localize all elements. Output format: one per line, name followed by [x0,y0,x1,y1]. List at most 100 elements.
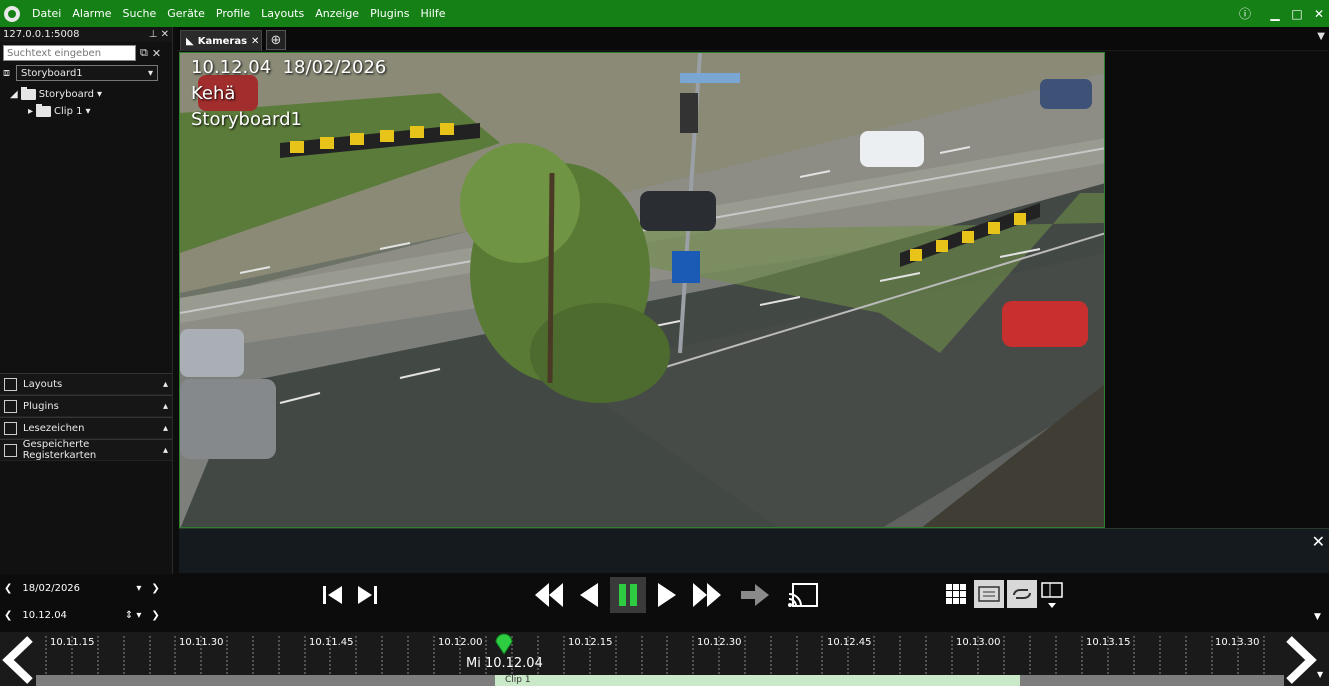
time-row: ❮ 10.12.04 ⇕ ▾ ❯ [4,607,160,624]
expand-icon[interactable]: ◢ [10,89,18,100]
menu-datei[interactable]: Datei [30,5,63,22]
menu-suche[interactable]: Suche [121,5,159,22]
date-picker[interactable]: 18/02/2026 ▾ [18,580,145,597]
add-tab-button[interactable]: ⊕ [266,30,286,50]
grid-icon [946,584,966,604]
camera-image [180,53,1104,527]
next-time-icon[interactable]: ❯ [151,610,159,621]
timeline-menu-icon[interactable]: ▼ [1317,670,1323,679]
cast-icon [788,583,818,607]
clear-search-icon[interactable]: ✕ [152,47,161,60]
tree-item-clip[interactable]: ▸ Clip 1 ▾ [10,103,172,120]
prev-time-icon[interactable]: ❮ [4,610,12,621]
timeline-clip[interactable]: Clip 1 [495,675,1020,686]
storyboard-select[interactable]: Storyboard1 ▾ [16,65,158,81]
pin-icon[interactable]: ⊥ [149,29,158,40]
collapse-icon[interactable]: ▸ [28,106,33,117]
chevron-down-icon: ▾ [147,67,153,79]
pause-button[interactable] [610,577,646,613]
close-panel-icon[interactable]: ✕ [161,29,169,40]
time-picker[interactable]: 10.12.04 ⇕ ▾ [18,607,145,624]
menu-anzeige[interactable]: Anzeige [313,5,361,22]
fast-rewind-icon [535,583,563,607]
server-address: 127.0.0.1:5008 [3,29,80,40]
accordion-saved-tabs[interactable]: Gespeicherte Registerkarten ▴ [0,439,172,461]
search-input[interactable] [3,45,136,61]
close-tab-icon[interactable]: ✕ [251,36,259,47]
menu-plugins[interactable]: Plugins [368,5,411,22]
menu-profile[interactable]: Profile [214,5,252,22]
accordion-layouts[interactable]: Layouts ▴ [0,373,172,395]
menu-geraete[interactable]: Geräte [165,5,207,22]
hierarchy-icon: ⧈ [3,66,10,79]
search-row: ⧉ ✕ [0,42,172,64]
step-back-icon [323,586,342,604]
view-info-strip: ✕ [179,528,1329,573]
chevron-down-icon: ▾ [136,583,142,594]
timeline-tick-label: 10.12.00 [438,637,483,648]
prev-date-icon[interactable]: ❮ [4,583,12,594]
timeline-forward-icon[interactable] [1283,635,1319,685]
window-controls: ⓘ ▁ □ ✕ [1229,0,1329,27]
minimize-icon[interactable]: ▁ [1269,7,1281,21]
grid-layout-button[interactable] [942,580,970,608]
fast-rewind-button[interactable] [532,579,566,611]
tab-menu-icon[interactable]: ▼ [1317,31,1325,42]
view-mode-icon [1041,582,1063,608]
menu-bar: Datei Alarme Suche Geräte Profile Layout… [0,0,1329,27]
view-mode-button[interactable] [1040,579,1064,613]
timeline[interactable]: 10.11.15 10.11.30 10.11.45 10.12.00 10.1… [0,632,1329,686]
play-reverse-button[interactable] [574,579,604,611]
grid-icon [4,377,17,391]
info-icon[interactable]: ⓘ [1239,5,1251,22]
stepper-chevron-icon[interactable]: ⇕ ▾ [125,610,142,621]
menu-layouts[interactable]: Layouts [259,5,306,22]
maximize-icon[interactable]: □ [1291,7,1303,21]
date-row: ❮ 18/02/2026 ▾ ❯ [4,580,160,597]
next-date-icon[interactable]: ❯ [151,583,159,594]
accordion-label: Layouts [23,378,63,390]
camera-icon: ◣ [186,35,194,47]
tree-item-label: Storyboard [38,89,94,100]
menu-hilfe[interactable]: Hilfe [418,5,447,22]
collapse-controls-icon[interactable]: ▼ [1314,612,1321,622]
accordion-label: Plugins [23,400,59,412]
timeline-tick-label: 10.12.45 [827,637,872,648]
plus-icon: ⊕ [270,32,282,48]
camera-overlay-time: 10.12.04 18/02/2026 [191,57,387,78]
left-panel: 127.0.0.1:5008 ⊥ ✕ ⧉ ✕ ⧈ Storyboard1 ▾ ◢… [0,27,173,574]
camera-overlay-name: Kehä [191,83,236,104]
step-forward-button[interactable] [352,581,380,609]
camera-view[interactable]: 10.12.04 18/02/2026 Kehä Storyboard1 [179,52,1105,528]
search-folder-icon[interactable]: ⧉ [140,46,148,60]
pause-icon [619,584,637,606]
loop-button[interactable] [1007,580,1037,608]
timeline-tick-label: 10.13.15 [1086,637,1131,648]
fast-forward-button[interactable] [690,579,724,611]
menu-alarme[interactable]: Alarme [70,5,113,22]
accordion: Layouts ▴ Plugins ▴ Lesezeichen ▴ Gespei… [0,373,172,461]
timeline-marker-icon[interactable] [494,632,514,656]
chevron-up-icon: ▴ [162,400,168,412]
arrow-right-icon [741,584,769,606]
folder-icon [36,104,52,117]
play-button[interactable] [652,579,682,611]
cast-button[interactable] [786,579,820,611]
step-back-button[interactable] [320,581,348,609]
chevron-down-icon[interactable]: ▾ [97,89,102,100]
close-window-icon[interactable]: ✕ [1313,7,1325,21]
tab-label: Kameras [197,35,248,47]
close-strip-icon[interactable]: ✕ [1312,532,1325,551]
timeline-tick-label: 10.11.45 [309,637,354,648]
accordion-plugins[interactable]: Plugins ▴ [0,395,172,417]
accordion-lesezeichen[interactable]: Lesezeichen ▴ [0,417,172,439]
chevron-down-icon[interactable]: ▾ [85,106,90,117]
playback-controls: ❮ 18/02/2026 ▾ ❯ ❮ 10.12.04 ⇕ ▾ ❯ ▼ [0,574,1329,632]
tree-item-label: Clip 1 [54,106,83,117]
tree-item-storyboard[interactable]: ◢ Storyboard ▾ [10,86,172,103]
caption-button[interactable] [974,580,1004,608]
app-logo-icon [4,5,20,22]
go-live-button[interactable] [738,580,772,610]
tab-kameras[interactable]: ◣ Kameras ✕ [180,30,262,51]
timeline-tick-label: 10.12.30 [697,637,742,648]
